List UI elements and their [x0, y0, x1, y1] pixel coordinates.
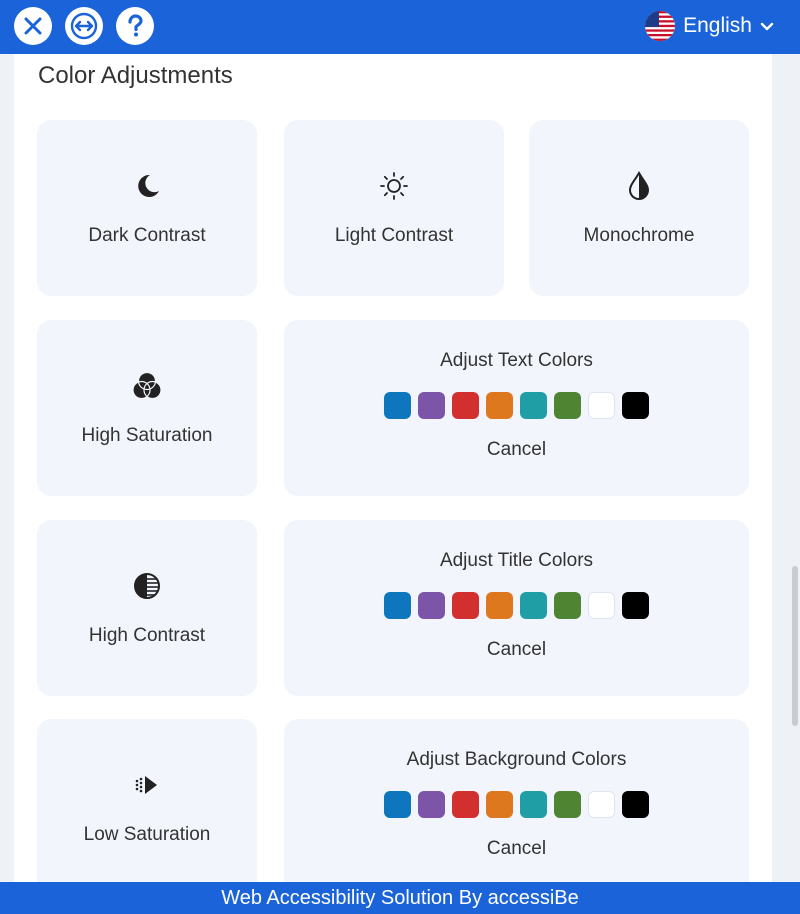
swatch-white[interactable] [588, 592, 615, 619]
swatch-purple[interactable] [418, 791, 445, 818]
color-swatches [384, 392, 649, 419]
swatch-red[interactable] [452, 592, 479, 619]
scrollbar-thumb[interactable] [792, 566, 798, 726]
swatch-green[interactable] [554, 592, 581, 619]
tile-label: High Saturation [81, 425, 213, 446]
color-swatches [384, 592, 649, 619]
color-adjustments-panel: Color Adjustments Dark Contrast Light Co… [14, 54, 772, 882]
swatch-purple[interactable] [418, 392, 445, 419]
language-label: English [683, 14, 752, 37]
swatch-teal[interactable] [520, 592, 547, 619]
high-contrast-button[interactable]: High Contrast [37, 520, 257, 696]
swatch-blue[interactable] [384, 392, 411, 419]
text-color-adjuster: Adjust Text Colors Cancel [284, 320, 749, 496]
close-icon [23, 16, 43, 36]
swatch-red[interactable] [452, 791, 479, 818]
swatch-black[interactable] [622, 592, 649, 619]
footer-text: Web Accessibility Solution By accessiBe [221, 886, 579, 909]
swatch-white[interactable] [588, 392, 615, 419]
swatch-orange[interactable] [486, 592, 513, 619]
low-saturation-button[interactable]: Low Saturation [37, 719, 257, 882]
swatch-black[interactable] [622, 791, 649, 818]
swatch-red[interactable] [452, 392, 479, 419]
adjuster-title: Adjust Text Colors [440, 350, 593, 371]
footer-link[interactable]: Web Accessibility Solution By accessiBe [0, 882, 800, 914]
title-color-adjuster: Adjust Title Colors Cancel [284, 520, 749, 696]
close-button[interactable] [14, 7, 52, 45]
swatch-teal[interactable] [520, 791, 547, 818]
cancel-button[interactable]: Cancel [487, 439, 546, 461]
scrollbar[interactable] [772, 54, 800, 882]
help-icon [125, 14, 145, 38]
light-contrast-button[interactable]: Light Contrast [284, 120, 504, 296]
background-color-adjuster: Adjust Background Colors Cancel [284, 719, 749, 882]
swatch-black[interactable] [622, 392, 649, 419]
desaturate-icon [130, 768, 164, 802]
chevron-down-icon [760, 14, 774, 38]
swatch-purple[interactable] [418, 592, 445, 619]
tile-label: Monochrome [583, 225, 695, 246]
tile-label: Dark Contrast [88, 225, 206, 246]
cancel-button[interactable]: Cancel [487, 838, 546, 860]
language-selector[interactable]: English [645, 9, 774, 43]
swatch-green[interactable] [554, 791, 581, 818]
us-flag-icon [645, 11, 676, 41]
moon-icon [130, 169, 164, 203]
resize-button[interactable] [65, 7, 103, 45]
monochrome-button[interactable]: Monochrome [529, 120, 749, 296]
color-circles-icon [130, 369, 164, 403]
droplet-icon [622, 169, 656, 203]
tile-label: Light Contrast [334, 225, 454, 246]
cancel-button[interactable]: Cancel [487, 639, 546, 661]
swatch-white[interactable] [588, 791, 615, 818]
swatch-orange[interactable] [486, 791, 513, 818]
swatch-orange[interactable] [486, 392, 513, 419]
sun-icon [377, 169, 411, 203]
top-bar: English [0, 0, 800, 54]
swatch-green[interactable] [554, 392, 581, 419]
swatch-blue[interactable] [384, 592, 411, 619]
color-swatches [384, 791, 649, 818]
tile-label: Low Saturation [83, 824, 211, 845]
contrast-icon [130, 569, 164, 603]
section-title: Color Adjustments [38, 62, 233, 89]
swatch-blue[interactable] [384, 791, 411, 818]
help-button[interactable] [116, 7, 154, 45]
high-saturation-button[interactable]: High Saturation [37, 320, 257, 496]
adjuster-title: Adjust Title Colors [439, 550, 594, 571]
expand-arrows-icon [69, 11, 99, 41]
tile-label: High Contrast [88, 625, 206, 646]
adjuster-title: Adjust Background Colors [406, 749, 627, 770]
dark-contrast-button[interactable]: Dark Contrast [37, 120, 257, 296]
swatch-teal[interactable] [520, 392, 547, 419]
